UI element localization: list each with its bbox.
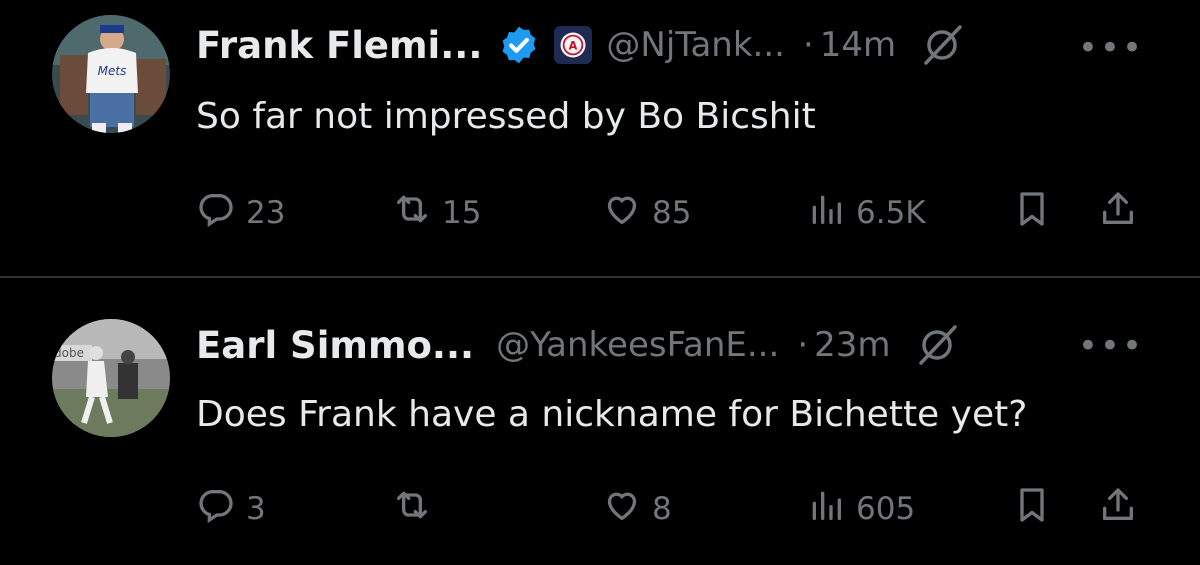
user-handle[interactable]: @YankeesFanE... <box>496 325 779 365</box>
tweet-text: Does Frank have a nickname for Bichette … <box>196 394 1028 435</box>
display-name[interactable]: Earl Simmo... <box>196 324 474 367</box>
repost-button[interactable] <box>392 484 442 534</box>
reply-count: 3 <box>246 491 266 527</box>
tweet-header: Earl Simmo... @YankeesFanE... · 23m <box>196 320 961 370</box>
tweet-actions: 3 8 605 <box>196 484 1146 534</box>
avatar[interactable]: dobe <box>52 319 170 437</box>
tweet-item[interactable]: dobe Earl Simmo... @YankeesFanE... · 23m… <box>0 0 1200 565</box>
views-chart-icon <box>806 485 846 533</box>
bookmark-button[interactable] <box>1012 484 1052 534</box>
repost-icon <box>392 485 432 533</box>
views-button[interactable]: 605 <box>806 484 915 534</box>
svg-text:dobe: dobe <box>54 346 84 360</box>
separator-dot: · <box>797 325 809 365</box>
share-button[interactable] <box>1098 484 1138 534</box>
heart-icon <box>602 485 642 533</box>
grok-icon[interactable] <box>913 321 961 369</box>
like-count: 8 <box>652 491 672 527</box>
timestamp[interactable]: 23m <box>814 325 890 365</box>
reply-button[interactable]: 3 <box>196 484 266 534</box>
reply-icon <box>196 485 236 533</box>
like-button[interactable]: 8 <box>602 484 672 534</box>
views-count: 605 <box>856 491 916 527</box>
share-icon <box>1098 485 1138 533</box>
more-dots-icon[interactable]: ••• <box>1078 326 1144 366</box>
bookmark-icon <box>1012 485 1052 533</box>
